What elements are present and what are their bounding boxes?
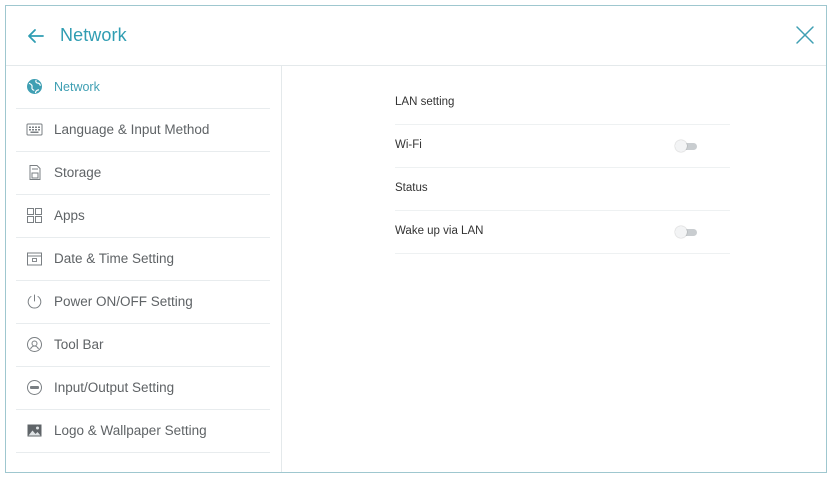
apps-grid-icon bbox=[27, 208, 42, 223]
input-output-icon bbox=[27, 380, 42, 395]
toggle-knob bbox=[675, 140, 687, 152]
header-bar: Network bbox=[6, 6, 826, 66]
sidebar-item-language-input-method[interactable]: Language & Input Method bbox=[16, 109, 270, 152]
page-title: Network bbox=[60, 25, 127, 45]
back-arrow-icon[interactable] bbox=[24, 24, 48, 48]
calendar-icon bbox=[27, 252, 42, 266]
wake-up-via-lan-toggle[interactable] bbox=[675, 226, 697, 238]
sidebar-item-label: Network bbox=[54, 80, 100, 94]
sidebar-item-label: Input/Output Setting bbox=[54, 380, 175, 395]
storage-icon bbox=[29, 165, 41, 180]
sidebar-item-logo-wallpaper-setting[interactable]: Logo & Wallpaper Setting bbox=[16, 410, 270, 453]
keyboard-icon bbox=[26, 123, 43, 136]
wake-up-via-lan-label: Wake up via LAN bbox=[395, 225, 484, 237]
sidebar-item-label: Apps bbox=[54, 208, 85, 223]
wake-up-via-lan-row: Wake up via LAN bbox=[395, 211, 730, 254]
sidebar-item-label: Storage bbox=[54, 165, 102, 180]
lan-setting-label: LAN setting bbox=[395, 96, 455, 108]
globe-icon bbox=[27, 79, 42, 94]
status-label: Status bbox=[395, 182, 428, 194]
lan-setting-row[interactable]: LAN setting bbox=[395, 82, 730, 125]
sidebar-item-storage[interactable]: Storage bbox=[16, 152, 270, 195]
network-settings-panel: LAN setting Wi-Fi Status Wake up via LAN bbox=[282, 66, 826, 472]
sidebar-item-tool-bar[interactable]: Tool Bar bbox=[16, 324, 270, 367]
sidebar-item-date-time-setting[interactable]: Date & Time Setting bbox=[16, 238, 270, 281]
sidebar-item-network[interactable]: Network bbox=[16, 66, 270, 109]
sidebar-item-input-output-setting[interactable]: Input/Output Setting bbox=[16, 367, 270, 410]
status-row[interactable]: Status bbox=[395, 168, 730, 211]
sidebar-item-apps[interactable]: Apps bbox=[16, 195, 270, 238]
toggle-knob bbox=[675, 226, 687, 238]
toolbar-icon bbox=[27, 337, 42, 352]
sidebar-item-label: Power ON/OFF Setting bbox=[54, 294, 193, 309]
sidebar: Network Language & Input Method Storage … bbox=[6, 66, 282, 472]
wallpaper-icon bbox=[27, 424, 42, 437]
sidebar-item-label: Tool Bar bbox=[54, 337, 104, 352]
power-icon bbox=[27, 294, 42, 309]
settings-window: Network Network Language & Input Method … bbox=[5, 5, 827, 473]
sidebar-item-label: Language & Input Method bbox=[54, 122, 210, 137]
sidebar-item-label: Logo & Wallpaper Setting bbox=[54, 423, 207, 438]
sidebar-item-power-on-off-setting[interactable]: Power ON/OFF Setting bbox=[16, 281, 270, 324]
wifi-row: Wi-Fi bbox=[395, 125, 730, 168]
sidebar-item-label: Date & Time Setting bbox=[54, 251, 175, 266]
wifi-label: Wi-Fi bbox=[395, 139, 422, 151]
wifi-toggle[interactable] bbox=[675, 140, 697, 152]
close-icon[interactable] bbox=[792, 22, 818, 48]
